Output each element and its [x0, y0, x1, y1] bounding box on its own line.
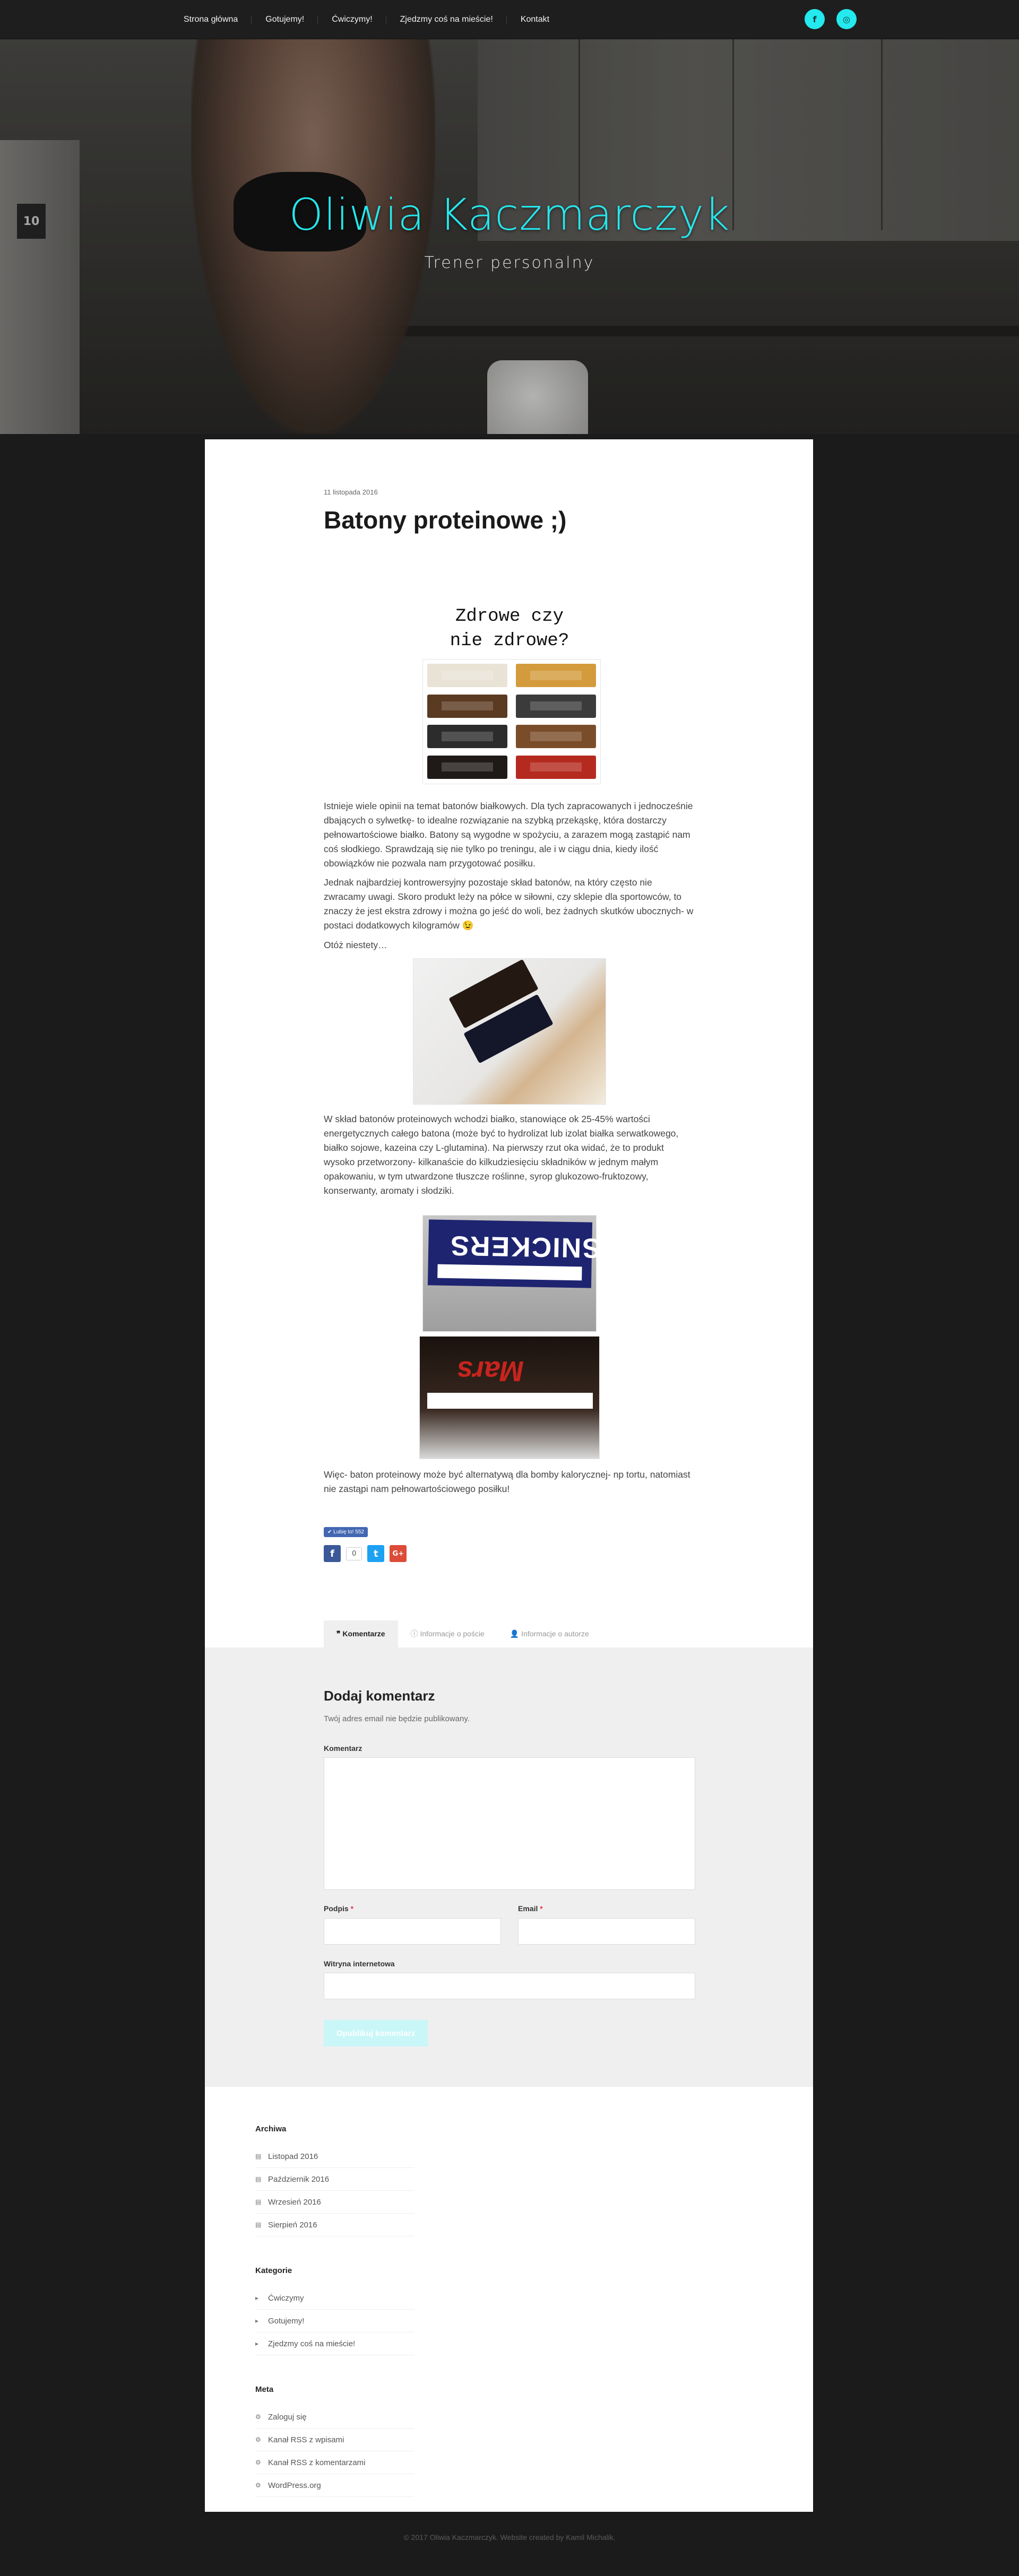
- share-count: 0: [346, 1547, 362, 1560]
- comment-form: Dodaj komentarz Twój adres email nie będ…: [205, 1647, 813, 2087]
- comment-note: Twój adres email nie będzie publikowany.: [324, 1714, 470, 1723]
- nav-item-home[interactable]: Strona główna: [184, 15, 252, 24]
- mars-label-photo: Mars: [419, 1336, 600, 1459]
- meta-widget: Meta ⚙ Zaloguj się ⚙ Kanał RSS z wpisami ⚙…: [255, 2385, 414, 2497]
- category-item[interactable]: ▸ Gotujemy!: [255, 2310, 414, 2332]
- email-label: Email *: [518, 1904, 543, 1913]
- folder-icon: ▸: [255, 2317, 259, 2325]
- website-label: Witryna internetowa: [324, 1959, 395, 1968]
- image-heading-line2: nie zdrowe?: [450, 631, 569, 651]
- tab-post-info[interactable]: ⓘ Informacje o poście: [398, 1620, 497, 1647]
- name-label: Podpis *: [324, 1904, 354, 1913]
- protein-bar: [427, 755, 507, 779]
- folder-icon: ▸: [255, 2339, 259, 2347]
- post-title: Batony proteinowe ;): [324, 506, 567, 534]
- archive-item[interactable]: ▤ Wrzesień 2016: [255, 2191, 414, 2214]
- post-paragraph: Jednak najbardziej kontrowersyjny pozost…: [324, 877, 694, 931]
- blog-post: 11 listopada 2016 Batony proteinowe ;) Z…: [324, 488, 695, 1562]
- nav-item-exercise[interactable]: Ćwiczymy!: [332, 15, 387, 24]
- gear-icon: ⚙: [255, 2481, 261, 2489]
- calendar-icon: ▤: [255, 2198, 262, 2206]
- archives-widget: Archiwa ▤ Listopad 2016 ▤ Październik 2016…: [255, 2124, 414, 2236]
- facebook-share-icon[interactable]: f: [324, 1545, 341, 1562]
- nutrition-label: [427, 1393, 593, 1409]
- hero-banner: 10 Oliwia Kaczmarczyk Trener personalny: [0, 39, 1019, 434]
- category-item[interactable]: ▸ Ćwiczymy: [255, 2287, 414, 2310]
- protein-bar: [516, 664, 596, 687]
- nav-item-eat-out[interactable]: Zjedzmy coś na mieście!: [400, 15, 507, 24]
- footer-credits: © 2017 Oliwia Kaczmarczyk. Website creat…: [403, 2533, 616, 2542]
- site-subtitle: Trener personalny: [424, 254, 595, 272]
- facebook-icon[interactable]: f: [805, 9, 825, 29]
- mars-logo: Mars: [457, 1355, 524, 1387]
- folder-icon: ▸: [255, 2294, 259, 2302]
- comment-textarea[interactable]: [324, 1757, 695, 1890]
- snickers-logo: SNICKERS: [449, 1230, 601, 1263]
- categories-title: Kategorie: [255, 2266, 292, 2275]
- content-card: 11 listopada 2016 Batony proteinowe ;) Z…: [205, 439, 813, 2512]
- post-paragraph: Więc- baton proteinowy może być alternat…: [324, 1469, 690, 1494]
- google-plus-share-icon[interactable]: G+: [390, 1545, 407, 1562]
- protein-bar: [427, 694, 507, 718]
- site-title[interactable]: Oliwia Kaczmarczyk: [0, 190, 1019, 240]
- email-input[interactable]: [518, 1918, 695, 1945]
- gear-icon: ⚙: [255, 2413, 261, 2421]
- twitter-share-icon[interactable]: t: [367, 1545, 385, 1562]
- comment-heading: Dodaj komentarz: [324, 1688, 435, 1704]
- main-menu: Strona główna Gotujemy! Ćwiczymy! Zjedzm…: [184, 0, 577, 39]
- tab-comments[interactable]: ❞ Komentarze: [324, 1620, 398, 1647]
- tab-author-info[interactable]: 👤 Informacje o autorze: [497, 1620, 602, 1647]
- social-links: f ◎: [805, 9, 857, 29]
- categories-widget: Kategorie ▸ Ćwiczymy ▸ Gotujemy! ▸ Zjedzmy …: [255, 2266, 414, 2355]
- archive-item[interactable]: ▤ Październik 2016: [255, 2168, 414, 2191]
- protein-bars-image: [422, 659, 601, 784]
- calendar-icon: ▤: [255, 2175, 262, 2183]
- gear-icon: ⚙: [255, 2435, 261, 2443]
- archives-title: Archiwa: [255, 2124, 287, 2133]
- protein-bar: [516, 755, 596, 779]
- meta-title: Meta: [255, 2385, 274, 2394]
- post-date[interactable]: 11 listopada 2016: [324, 488, 695, 496]
- nutrition-label: [437, 1264, 582, 1281]
- share-buttons: f 0 t G+: [324, 1545, 407, 1562]
- instagram-icon[interactable]: ◎: [836, 9, 857, 29]
- website-input[interactable]: [324, 1973, 695, 1999]
- archive-item[interactable]: ▤ Sierpień 2016: [255, 2214, 414, 2236]
- protein-bar: [516, 725, 596, 748]
- image-heading-line1: Zdrowe czy: [455, 606, 564, 627]
- post-paragraph: W skład batonów proteinowych wchodzi bia…: [324, 1114, 679, 1196]
- post-paragraph: Otóż niestety…: [324, 940, 387, 950]
- protein-bar: [427, 725, 507, 748]
- footer-widgets: Archiwa ▤ Listopad 2016 ▤ Październik 2016…: [255, 2124, 414, 2527]
- name-input[interactable]: [324, 1918, 501, 1945]
- meta-item[interactable]: ⚙ Kanał RSS z komentarzami: [255, 2451, 414, 2474]
- protein-bar: [427, 664, 507, 687]
- protein-bar: [516, 694, 596, 718]
- snickers-label-photo: SNICKERS: [422, 1215, 601, 1332]
- meta-item[interactable]: ⚙ Kanał RSS z wpisami: [255, 2428, 414, 2451]
- category-item[interactable]: ▸ Zjedzmy coś na mieście!: [255, 2332, 414, 2355]
- calendar-icon: ▤: [255, 2221, 262, 2228]
- meta-item[interactable]: ⚙ Zaloguj się: [255, 2406, 414, 2428]
- facebook-like-button[interactable]: ✔ Lubię to! 552: [324, 1527, 368, 1537]
- archive-item[interactable]: ▤ Listopad 2016: [255, 2145, 414, 2168]
- calendar-icon: ▤: [255, 2152, 262, 2160]
- snickers-wrapper: SNICKERS: [427, 1219, 601, 1288]
- nav-item-contact[interactable]: Kontakt: [521, 15, 563, 24]
- post-tabs: ❞ Komentarze ⓘ Informacje o poście 👤 Inf…: [324, 1620, 602, 1647]
- candy-bars-photo: [413, 958, 606, 1105]
- meta-item[interactable]: ⚙ WordPress.org: [255, 2474, 414, 2497]
- post-paragraph: Istnieje wiele opinii na temat batonów b…: [324, 801, 693, 869]
- gear-icon: ⚙: [255, 2458, 261, 2466]
- top-navigation: Strona główna Gotujemy! Ćwiczymy! Zjedzm…: [0, 0, 1019, 39]
- submit-comment-button[interactable]: Opublikuj komentarz: [324, 2020, 428, 2046]
- comment-label: Komentarz: [324, 1744, 362, 1753]
- nav-item-cooking[interactable]: Gotujemy!: [265, 15, 318, 24]
